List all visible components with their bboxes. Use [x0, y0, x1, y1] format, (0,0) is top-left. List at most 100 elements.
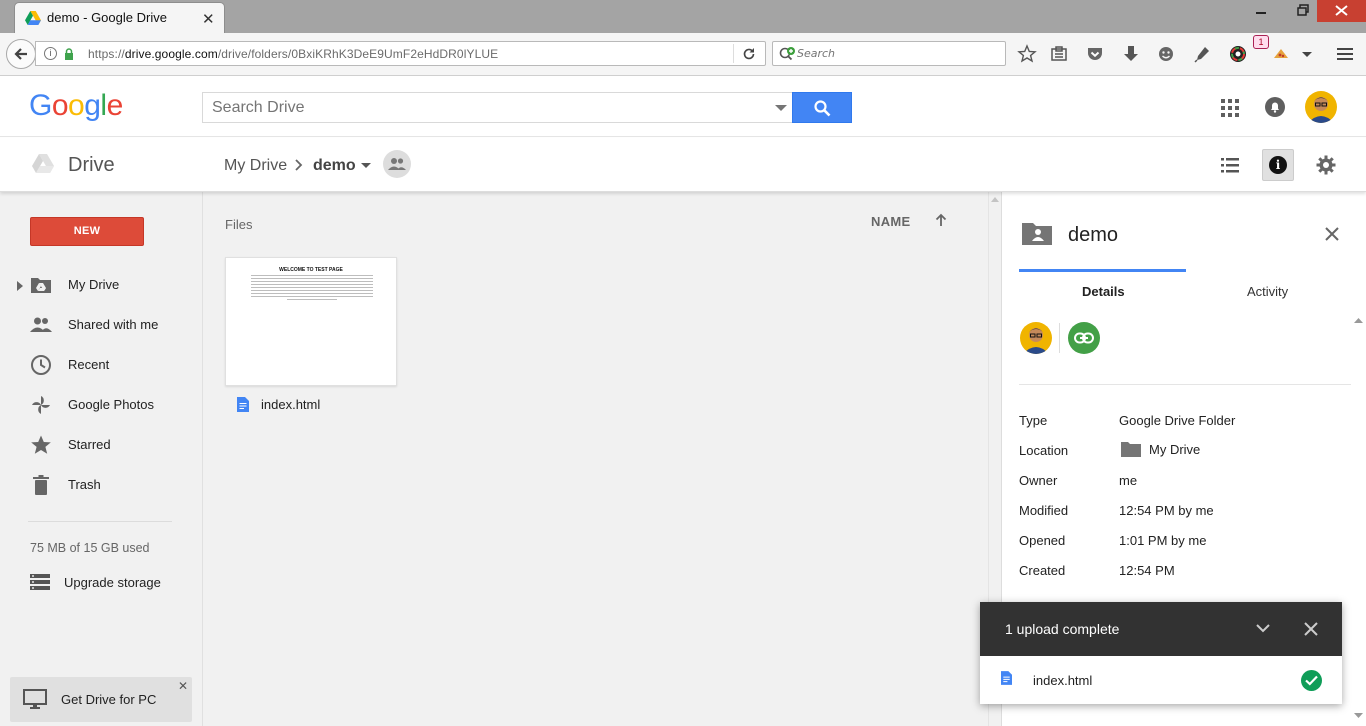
color-wheel-extension-icon[interactable]: [1228, 44, 1248, 64]
account-avatar[interactable]: [1305, 91, 1337, 123]
shared-folder-button[interactable]: [383, 150, 411, 178]
browser-tab[interactable]: demo - Google Drive ✕: [14, 2, 225, 33]
downloads-icon[interactable]: [1121, 44, 1141, 64]
back-button[interactable]: [6, 39, 36, 69]
sidebar-item-google-photos[interactable]: Google Photos: [0, 388, 200, 422]
sidebar-item-label: Recent: [68, 357, 110, 372]
pie-extension-icon[interactable]: [1271, 44, 1291, 64]
breadcrumb-current-folder[interactable]: demo: [313, 157, 356, 175]
browser-search-bar[interactable]: [772, 41, 1006, 66]
drive-logo-icon[interactable]: [32, 154, 54, 174]
upload-file-name: index.html: [1033, 673, 1093, 688]
dismiss-promo-icon[interactable]: ✕: [178, 679, 188, 693]
folder-menu-dropdown-icon[interactable]: [361, 163, 371, 169]
thumbnail-text-line: [251, 281, 373, 282]
property-value: 12:54 PM by me: [1119, 503, 1214, 518]
reload-icon[interactable]: [741, 46, 757, 62]
drive-toolbar: Drive My Drive demo i: [0, 138, 1366, 192]
link-icon: [1074, 332, 1094, 344]
bookmarks-menu-icon[interactable]: [1049, 44, 1069, 64]
people-icon: [388, 158, 406, 170]
drive-search-input[interactable]: [212, 98, 752, 118]
sidebar-item-trash[interactable]: Trash: [0, 468, 200, 502]
thumbnail-text-line: [287, 299, 337, 300]
get-drive-label: Get Drive for PC: [61, 692, 157, 707]
google-logo[interactable]: Google: [29, 89, 123, 123]
sidebar-item-label: Shared with me: [68, 317, 159, 332]
new-button[interactable]: NEW: [30, 217, 144, 246]
notifications-bell-icon[interactable]: [1265, 97, 1285, 117]
url-text[interactable]: https://drive.google.com/drive/folders/0…: [88, 47, 498, 61]
breadcrumb-my-drive[interactable]: My Drive: [224, 157, 287, 175]
collapse-chevron-icon[interactable]: [1255, 623, 1271, 633]
details-divider: [1019, 384, 1351, 385]
bookmark-star-icon[interactable]: [1017, 44, 1037, 64]
upgrade-storage-link[interactable]: Upgrade storage: [0, 567, 200, 597]
upload-status-title: 1 upload complete: [1005, 621, 1120, 637]
upload-complete-check-icon: [1301, 670, 1322, 691]
file-list-area: Files NAME WELCOME TO TEST PAGE index.ht…: [203, 192, 988, 726]
sidebar-item-starred[interactable]: Starred: [0, 428, 200, 462]
file-thumbnail-card[interactable]: WELCOME TO TEST PAGE: [225, 257, 397, 386]
sidebar-item-label: Trash: [68, 477, 101, 492]
property-key: Location: [1019, 443, 1069, 458]
overflow-chevron-icon[interactable]: [1299, 44, 1319, 64]
owner-avatar[interactable]: [1020, 322, 1052, 354]
drive-header: Google: [0, 77, 1366, 137]
sidebar: NEW My Drive Shared with me Recent Googl…: [0, 192, 203, 726]
apps-grid-icon[interactable]: [1221, 99, 1239, 117]
scroll-down-arrow-icon[interactable]: [1354, 712, 1363, 719]
info-icon: i: [1269, 156, 1287, 174]
upgrade-storage-label: Upgrade storage: [64, 575, 161, 590]
thumbnail-text-line: [251, 275, 373, 276]
tab-close-icon[interactable]: ✕: [202, 10, 215, 28]
property-value: Google Drive Folder: [1119, 413, 1236, 428]
scroll-up-arrow-icon[interactable]: [991, 196, 999, 202]
browser-search-input[interactable]: [797, 45, 997, 62]
search-icon: [814, 100, 831, 117]
close-upload-panel-icon[interactable]: [1304, 622, 1318, 636]
sidebar-item-my-drive[interactable]: My Drive: [0, 268, 200, 302]
property-key: Type: [1019, 413, 1048, 428]
link-sharing-button[interactable]: [1068, 322, 1100, 354]
file-name-row[interactable]: index.html: [225, 395, 405, 415]
upload-panel-header: 1 upload complete: [980, 602, 1342, 656]
address-bar[interactable]: i https://drive.google.com/drive/folders…: [35, 41, 766, 66]
search-engine-icon[interactable]: [779, 46, 797, 62]
sidebar-item-label: Google Photos: [68, 397, 155, 412]
emoji-extension-icon[interactable]: [1156, 44, 1176, 64]
minimize-window-icon[interactable]: [1247, 0, 1275, 22]
browser-titlebar: demo - Google Drive ✕: [0, 0, 1366, 33]
tab-activity[interactable]: Activity: [1247, 284, 1288, 299]
document-icon: [1001, 671, 1012, 685]
property-modified: Modified 12:54 PM by me: [1019, 503, 1349, 523]
scroll-up-arrow-icon[interactable]: [1354, 317, 1363, 324]
details-scrollbar[interactable]: [1352, 317, 1366, 726]
view-details-button[interactable]: i: [1262, 149, 1294, 181]
property-opened: Opened 1:01 PM by me: [1019, 533, 1349, 553]
restore-window-icon[interactable]: [1289, 0, 1317, 22]
location-link[interactable]: My Drive: [1149, 442, 1200, 457]
list-view-icon[interactable]: [1221, 157, 1239, 173]
site-info-icon[interactable]: i: [44, 47, 57, 60]
search-options-dropdown-icon[interactable]: [775, 105, 787, 112]
upload-item-row[interactable]: index.html: [980, 656, 1342, 704]
browser-menu-icon[interactable]: [1336, 45, 1354, 63]
sort-ascending-arrow-icon[interactable]: [934, 213, 948, 227]
settings-gear-icon[interactable]: [1316, 155, 1336, 175]
drive-search-box[interactable]: [202, 92, 793, 123]
sort-by-name-button[interactable]: NAME: [871, 214, 910, 229]
sidebar-item-recent[interactable]: Recent: [0, 348, 200, 382]
close-window-icon[interactable]: [1317, 0, 1366, 22]
close-details-icon[interactable]: [1324, 226, 1340, 242]
thumbnail-text-line: [251, 293, 373, 294]
pocket-icon[interactable]: [1085, 44, 1105, 64]
property-value: 12:54 PM: [1119, 563, 1175, 578]
property-key: Opened: [1019, 533, 1066, 548]
drive-search-button[interactable]: [792, 92, 852, 123]
dropper-extension-icon[interactable]: [1192, 44, 1212, 64]
get-drive-for-pc-promo[interactable]: Get Drive for PC ✕: [10, 677, 192, 722]
sidebar-item-shared-with-me[interactable]: Shared with me: [0, 308, 200, 342]
thumbnail-heading: WELCOME TO TEST PAGE: [279, 267, 343, 273]
tab-details[interactable]: Details: [1082, 284, 1125, 299]
